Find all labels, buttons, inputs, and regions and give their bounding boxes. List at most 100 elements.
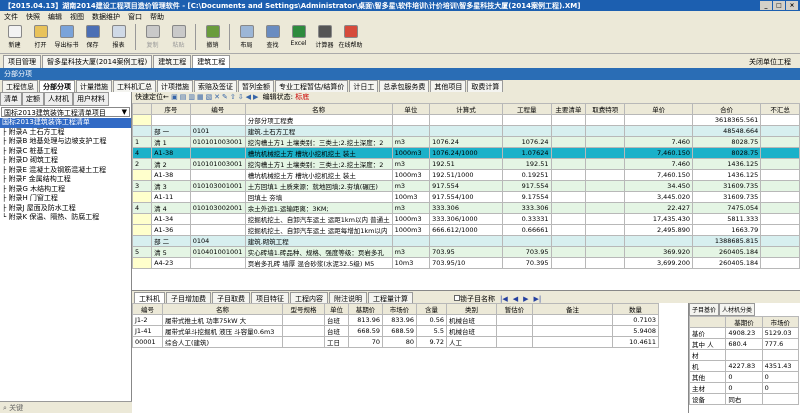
menu-item-4[interactable]: 数据维护 [92,13,120,21]
table-cell[interactable]: 1000m3 [391,224,431,236]
table-cell[interactable]: 1076.24 [502,136,552,148]
maximize-button[interactable]: □ [773,1,785,10]
table-cell[interactable]: 2,495.890 [624,224,694,236]
tree-node[interactable]: ├ 附录D 砌筑工程 [0,156,131,166]
edit-state-value[interactable]: 标底 [295,93,309,101]
resource-cell[interactable]: 9.72 [416,336,447,348]
table-cell[interactable]: 余土外运1.运输距离：3KM; [244,202,393,214]
table-cell[interactable]: 34.450 [624,180,694,192]
table-cell[interactable]: 5 [132,246,153,258]
grid-header-0[interactable] [132,103,153,115]
table-cell[interactable]: 0104 [189,235,246,247]
table-cell[interactable]: 7,460.150 [624,147,694,159]
table-cell[interactable]: m3 [391,202,431,214]
tab-unit-active[interactable]: 建筑工程 [192,55,231,68]
table-cell[interactable] [132,169,153,181]
resource-cell[interactable]: 10.4611 [612,336,659,348]
close-unit-button[interactable]: 关闭单位工程 [745,56,795,68]
table-cell[interactable]: 22.427 [624,202,694,214]
resource-cell[interactable] [496,336,533,348]
table-cell[interactable]: A1-38 [151,147,191,159]
resource-cell[interactable] [532,336,613,348]
table-cell[interactable]: 1436.125 [692,158,762,170]
grid-header-4[interactable]: 单位 [391,103,431,115]
table-cell[interactable]: 建筑.砌筑工程 [244,235,393,247]
resource-cell[interactable]: 5.9408 [612,325,659,337]
module-tab-0[interactable]: 工程信息 [2,80,38,92]
resource-cell[interactable] [496,325,533,337]
toolbar-button-2[interactable]: 导出标书 [54,24,79,49]
module-tab-4[interactable]: 计项措施 [157,80,193,92]
resource-cell[interactable]: 台班 [324,325,349,337]
resource-header-1[interactable]: 名称 [162,303,283,315]
library-tab-3[interactable]: 用户材料 [73,92,109,106]
module-tab-9[interactable]: 总承包服务费 [379,80,430,92]
table-cell[interactable]: 回填土 夯填 [244,191,393,203]
table-cell[interactable] [760,158,800,170]
resource-cell[interactable]: 0.56 [416,314,447,326]
resource-row[interactable]: J1-2 履带式推土机 功率75kW 大 台班 813.96 833.96 0.56 机械台… [132,314,659,326]
table-cell[interactable]: 挖沟槽土方1 土壤类别：三类土;2.挖土深度：2 [244,136,393,148]
menu-item-0[interactable]: 文件 [4,13,18,21]
table-cell[interactable] [550,213,587,225]
table-cell[interactable]: 31609.735 [692,180,762,192]
table-cell[interactable]: 1436.125 [692,169,762,181]
table-cell[interactable]: 3 [132,180,153,192]
table-row[interactable]: 部 二 0104 建筑.砌筑工程 1388685.815 [132,235,800,247]
table-cell[interactable]: 清 1 [151,136,191,148]
resource-cell[interactable]: J1-41 [132,325,163,337]
resource-cell[interactable]: J1-2 [132,314,163,326]
table-cell[interactable]: A1-36 [151,224,191,236]
table-cell[interactable] [550,257,587,269]
table-cell[interactable]: 9.17554 [502,191,552,203]
resource-header-3[interactable]: 单位 [324,303,349,315]
table-cell[interactable] [502,114,552,126]
table-cell[interactable] [760,180,800,192]
table-cell[interactable] [550,136,587,148]
resource-header-10[interactable]: 数量 [612,303,659,315]
minimize-button[interactable]: _ [760,1,772,10]
table-cell[interactable]: m3 [391,246,431,258]
table-cell[interactable] [585,125,626,137]
table-cell[interactable] [585,136,626,148]
resource-header-0[interactable]: 编号 [132,303,163,315]
tree-node[interactable]: ├ 附录F 金属结构工程 [0,175,131,185]
resource-cell[interactable]: 668.59 [348,325,383,337]
grid-header-6[interactable]: 工程量 [502,103,552,115]
table-cell[interactable]: 挖沟槽土方1 土壤类别：三类土;2.挖土深度：2 [244,158,393,170]
module-tab-1[interactable]: 分部分项 [39,80,75,92]
table-cell[interactable]: 1076.24/1000 [429,147,504,159]
table-cell[interactable] [550,202,587,214]
table-cell[interactable] [760,235,800,247]
toolbar-button-11[interactable]: 计算器 [312,24,337,49]
table-cell[interactable] [624,235,694,247]
table-cell[interactable]: A1-34 [151,213,191,225]
resource-cell[interactable]: 833.96 [382,314,417,326]
tree-node[interactable]: ├ 附录G 木结构工程 [0,185,131,195]
table-cell[interactable]: 1000m3 [391,213,431,225]
table-cell[interactable]: 0.33331 [502,213,552,225]
table-cell[interactable]: A4-23 [151,257,191,269]
table-cell[interactable] [585,224,626,236]
table-cell[interactable]: 8028.75 [692,136,762,148]
table-cell[interactable]: 挖掘机挖土、自卸汽车运土 运距1km以内 普通土 [244,213,393,225]
table-cell[interactable] [585,246,626,258]
tree-node[interactable]: ├ 附录E 混凝土及钢筋混凝土工程 [0,166,131,176]
table-cell[interactable] [585,202,626,214]
grid-header-8[interactable]: 取费特项 [585,103,626,115]
table-cell[interactable]: 192.51 [502,158,552,170]
table-cell[interactable] [624,125,694,137]
library-tab-0[interactable]: 清单 [0,92,22,106]
table-cell[interactable]: 1 [132,136,153,148]
resource-cell[interactable] [496,314,533,326]
table-cell[interactable]: m3 [391,136,431,148]
table-cell[interactable] [760,202,800,214]
toolbar-button-3[interactable]: 保存 [80,24,105,49]
toolbar-button-5[interactable]: 复制 [140,24,165,49]
table-cell[interactable]: 1000m3 [391,169,431,181]
module-tab-5[interactable]: 索赔及签证 [194,80,237,92]
table-cell[interactable] [151,114,191,126]
table-cell[interactable]: 1388685.815 [692,235,762,247]
resource-header-5[interactable]: 市场价 [382,303,417,315]
tree-node[interactable]: ├ 附录A 土石方工程 [0,128,131,138]
